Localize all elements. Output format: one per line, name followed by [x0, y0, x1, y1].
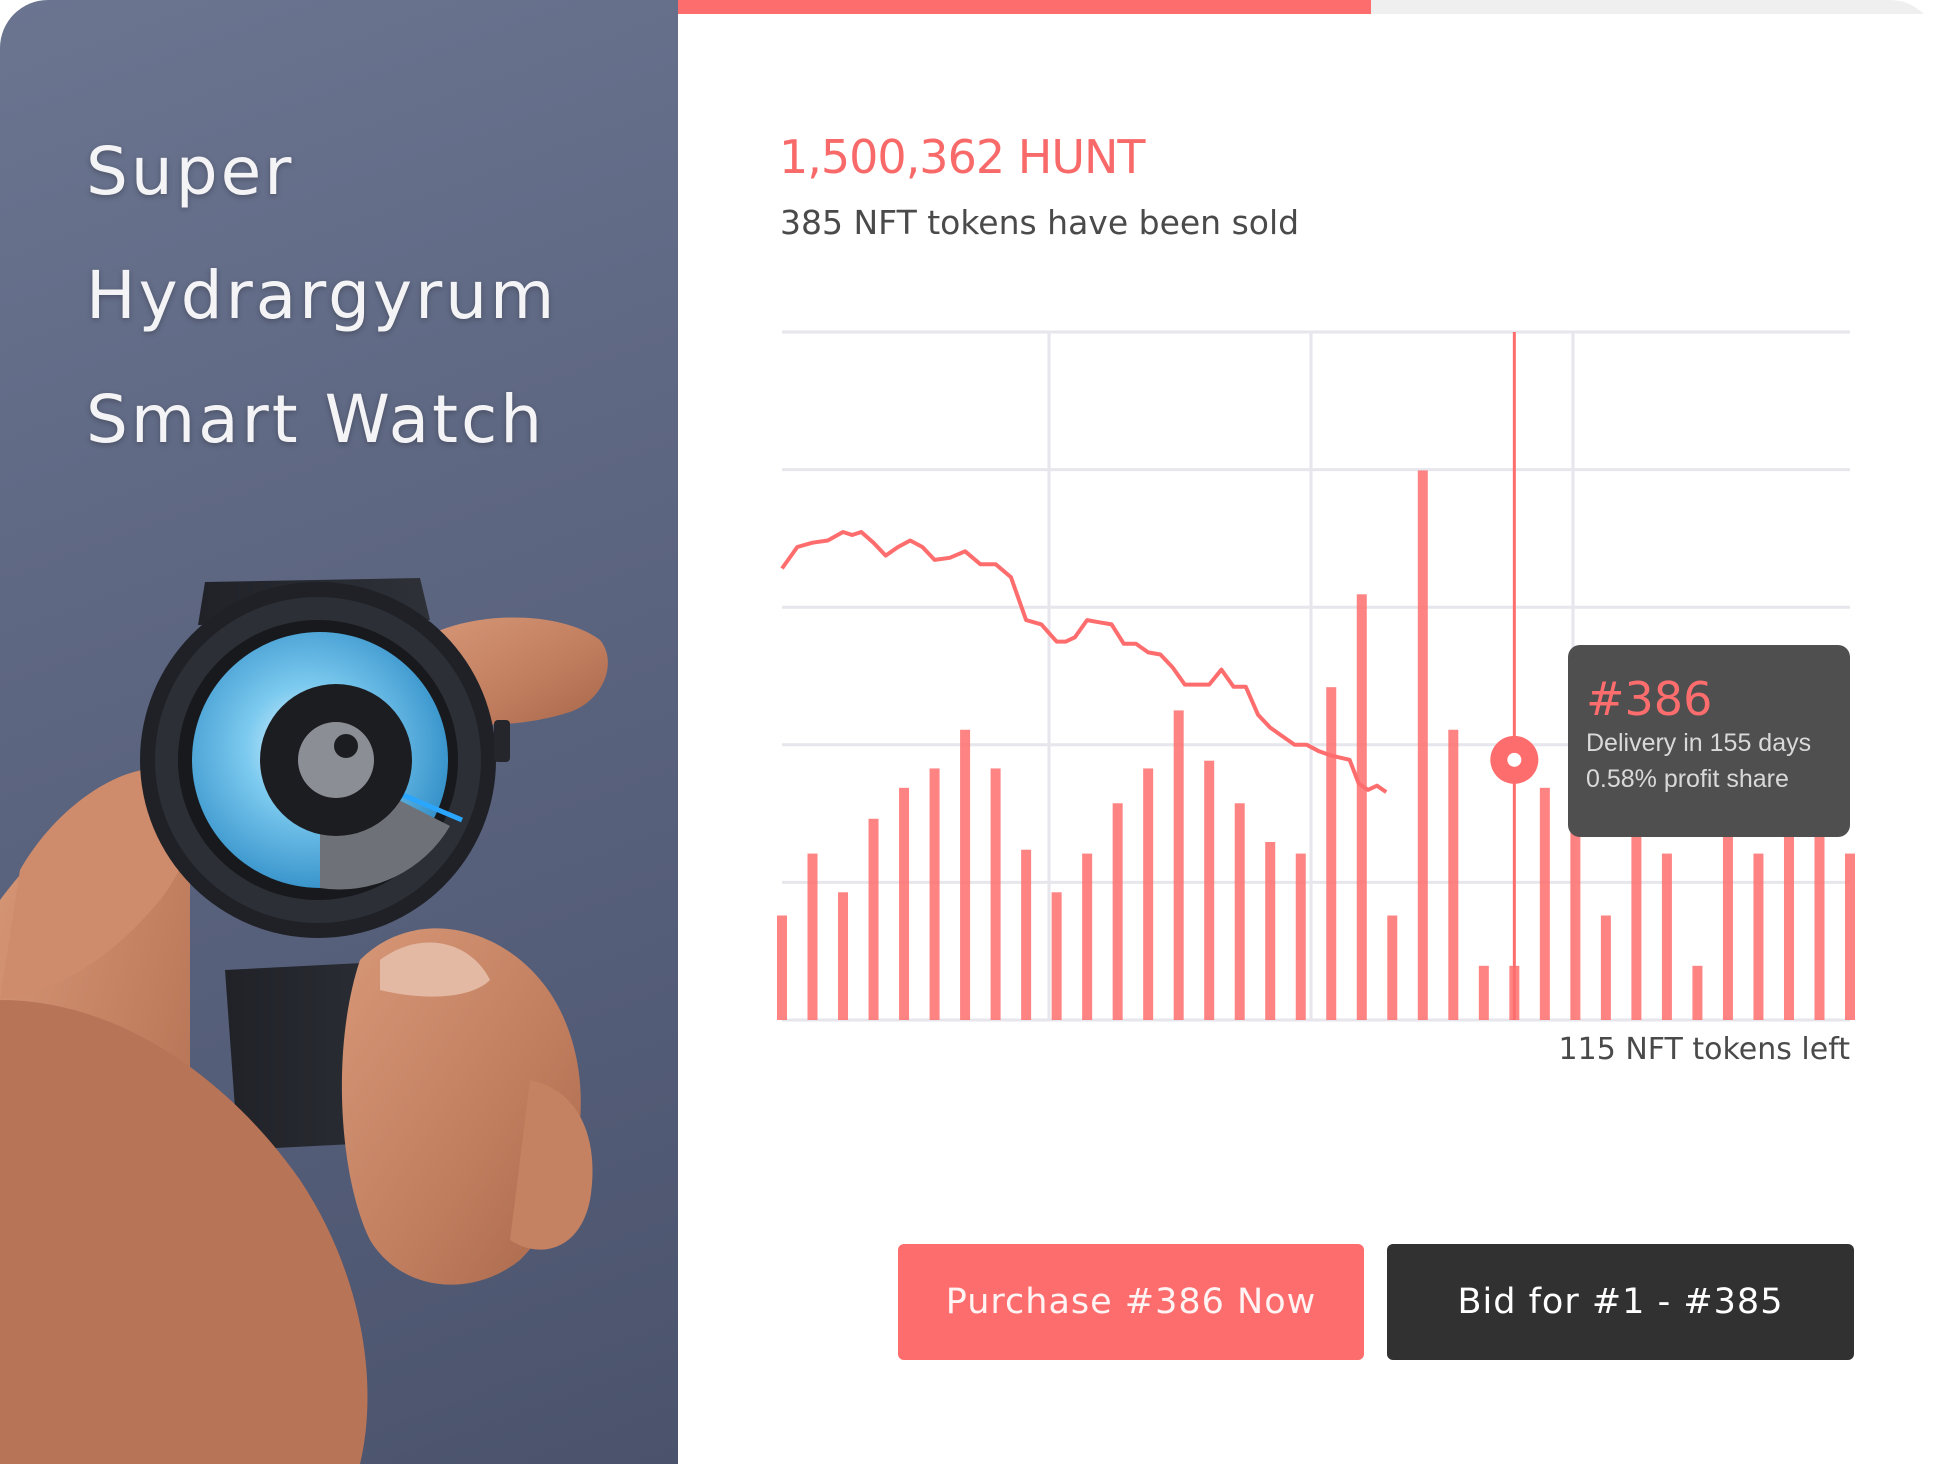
total-hunt-amount: 1,500,362 HUNT [779, 130, 1145, 184]
sale-progress-fill [678, 0, 1371, 14]
chart-bar [777, 915, 787, 1020]
chart-bar [1539, 787, 1550, 1020]
chart-bar [1692, 965, 1703, 1020]
chart-bar [990, 768, 1001, 1020]
tokens-left-text: 115 NFT tokens left [1558, 1032, 1850, 1067]
chart-bar [1021, 849, 1032, 1020]
chart-bar [1204, 760, 1215, 1020]
chart-bar [1173, 710, 1184, 1020]
chart-bar [1387, 915, 1398, 1020]
chart-tooltip: #386 Delivery in 155 days 0.58% profit s… [1568, 645, 1850, 837]
chart-bar [899, 787, 910, 1020]
chart-bar [1356, 594, 1367, 1020]
chart-line-series [780, 530, 1388, 794]
tooltip-token-id: #386 [1586, 672, 1713, 726]
nft-sale-card: Super Hydrargyrum Smart Watch 1,500,362 … [0, 0, 1938, 1464]
chart-bar [1143, 768, 1154, 1020]
product-title-line: Smart Watch [86, 381, 546, 458]
purchase-button[interactable]: Purchase #386 Now [898, 1244, 1364, 1360]
chart-bar [868, 818, 879, 1020]
chart-bar [1600, 915, 1611, 1020]
chart-bar [1661, 853, 1672, 1020]
tooltip-delivery: Delivery in 155 days [1586, 729, 1812, 757]
chart-bar [1631, 818, 1642, 1020]
tokens-sold-text: 385 NFT tokens have been sold [780, 203, 1300, 242]
chart-bar [1814, 818, 1825, 1020]
chart-bar [1265, 841, 1276, 1020]
sale-progress-bar [678, 0, 1938, 14]
chart-bar [838, 892, 849, 1020]
product-title: Super Hydrargyrum Smart Watch [86, 110, 557, 482]
tooltip-profit-share: 0.58% profit share [1586, 765, 1789, 793]
chart-bar [1051, 892, 1062, 1020]
chart-bar [1417, 470, 1428, 1020]
chart-bar [1234, 803, 1245, 1020]
chart-bar [1112, 803, 1123, 1020]
chart-bar [1478, 965, 1489, 1020]
chart-bar [1326, 687, 1337, 1020]
chart-bar [1448, 729, 1459, 1020]
bid-button[interactable]: Bid for #1 - #385 [1387, 1244, 1854, 1360]
product-title-line: Super [86, 133, 295, 210]
chart-bar [1753, 853, 1764, 1020]
chart-bar [960, 729, 971, 1020]
chart-bar [929, 768, 940, 1020]
product-title-line: Hydrargyrum [86, 257, 558, 334]
chart-bar [1722, 818, 1733, 1020]
chart-bar [807, 853, 818, 1020]
chart-bar [1295, 853, 1306, 1020]
chart-marker-dot-center [1507, 752, 1522, 767]
chart-bar [1082, 853, 1093, 1020]
product-hero: Super Hydrargyrum Smart Watch [0, 0, 678, 1464]
chart-bar [1845, 853, 1855, 1020]
